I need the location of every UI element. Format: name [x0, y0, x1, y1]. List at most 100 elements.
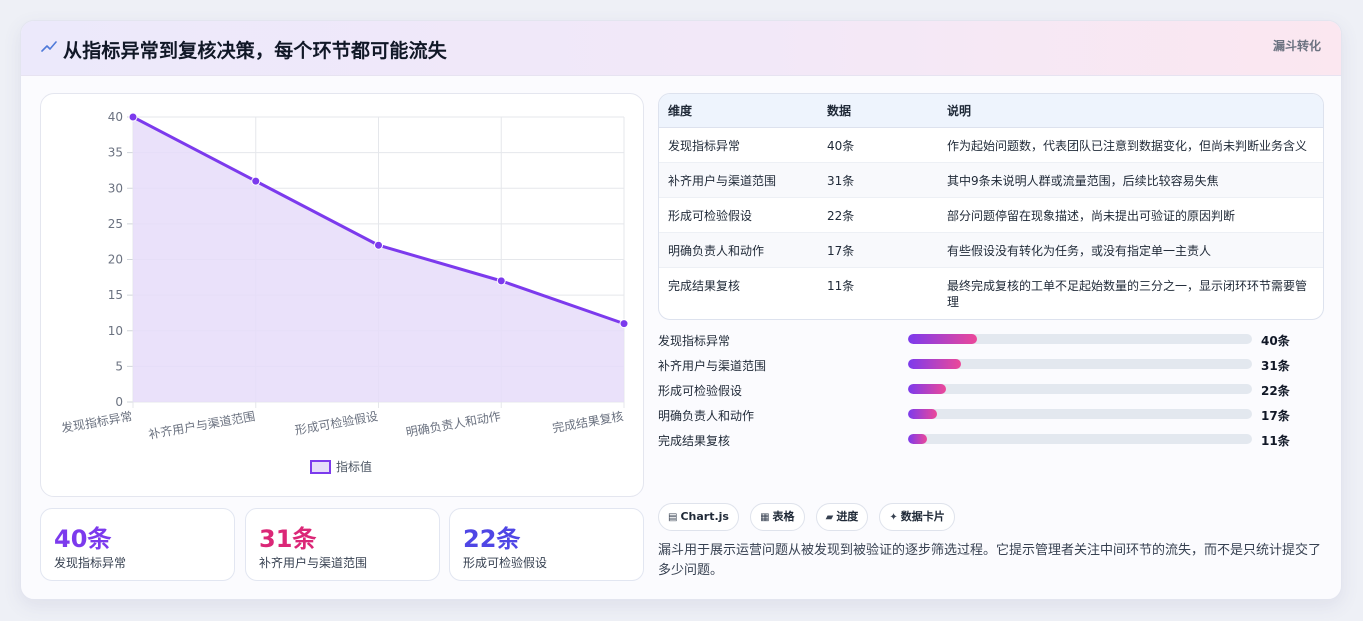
tag-label: 数据卡片 — [900, 510, 945, 523]
table-cell: 17条 — [818, 232, 938, 268]
table-cell: 31条 — [818, 162, 938, 198]
tag-label: 进度 — [836, 510, 859, 523]
x-tick-label: 形成可检验假设 — [294, 408, 379, 437]
tag-data-card[interactable]: ✦ 数据卡片 — [879, 503, 955, 531]
table-row: 发现指标异常 40条 作为起始问题数，代表团队已注意到数据变化，但尚未判断业务含… — [659, 127, 1323, 163]
progress-label: 完成结果复核 — [658, 434, 731, 448]
progress-icon: ▰ — [825, 512, 834, 523]
progress-track — [908, 409, 1252, 419]
tag-list: ▤ Chart.js ▦ 表格 ▰ 进度 ✦ 数据卡片 — [658, 503, 961, 531]
card-header: 从指标异常到复核决策，每个环节都可能流失 漏斗转化 — [21, 21, 1341, 76]
legend-swatch — [310, 460, 331, 474]
data-point — [496, 276, 506, 286]
y-tick-label: 15 — [108, 288, 123, 302]
table-cell: 其中9条未说明人群或流量范围，后续比较容易失焦 — [938, 162, 1323, 198]
tag-table[interactable]: ▦ 表格 — [750, 503, 805, 531]
progress-value: 11条 — [1261, 434, 1290, 448]
progress-fill — [908, 359, 962, 369]
data-table: 维度 数据 说明 发现指标异常 40条 作为起始问题数，代表团队已注意到数据变化… — [659, 94, 1323, 319]
data-point — [374, 240, 383, 250]
trend-line-icon — [41, 41, 57, 52]
table-cell: 部分问题停留在现象描述，尚未提出可验证的原因判断 — [938, 197, 1323, 233]
progress-label: 发现指标异常 — [658, 334, 731, 348]
table-cell: 作为起始问题数，代表团队已注意到数据变化，但尚未判断业务含义 — [938, 127, 1323, 163]
table-row: 补齐用户与渠道范围 31条 其中9条未说明人群或流量范围，后续比较容易失焦 — [659, 162, 1323, 198]
tag-chartjs[interactable]: ▤ Chart.js — [658, 503, 739, 531]
x-tick-label: 完成结果复核 — [551, 408, 625, 435]
summary-text: 漏斗用于展示运营问题从被发现到被验证的逐步筛选过程。它提示管理者关注中间环节的流… — [658, 543, 1322, 578]
progress-fill — [908, 334, 977, 344]
progress-list: 发现指标异常 40条 补齐用户与渠道范围 31条 形成可检验假设 22条 明确负… — [658, 329, 1324, 454]
y-tick-label: 25 — [108, 217, 123, 231]
y-tick-label: 10 — [108, 324, 123, 338]
column-header: 说明 — [938, 94, 1323, 128]
y-tick-label: 0 — [115, 395, 123, 409]
progress-track — [908, 334, 1252, 344]
header-tag: 漏斗转化 — [1272, 39, 1321, 53]
x-tick-label: 明确负责人和动作 — [405, 409, 502, 439]
table-row: 完成结果复核 11条 最终完成复核的工单不足起始数量的三分之一，显示闭环环节需要… — [659, 267, 1323, 319]
table-header-row: 维度 数据 说明 — [659, 94, 1323, 128]
progress-value: 31条 — [1261, 359, 1290, 373]
table-icon: ▦ — [760, 512, 770, 523]
stat-card-2: 31条 补齐用户与渠道范围 — [245, 508, 440, 581]
table-cell: 明确负责人和动作 — [659, 232, 818, 268]
table-cell: 发现指标异常 — [659, 127, 818, 163]
progress-fill — [908, 434, 927, 444]
x-tick-label: 发现指标异常 — [60, 408, 134, 435]
table-cell: 最终完成复核的工单不足起始数量的三分之一，显示闭环环节需要管理 — [947, 278, 1308, 309]
y-tick-label: 20 — [108, 253, 123, 267]
progress-label: 明确负责人和动作 — [658, 409, 755, 423]
progress-fill — [908, 409, 938, 419]
data-point — [251, 176, 261, 186]
line-chart-panel: 0 5 10 15 20 25 30 35 40 发现指标异常 补齐用户与渠道范围 形成可检验假设 明确… — [40, 93, 644, 497]
progress-label: 形成可检验假设 — [658, 384, 743, 398]
progress-value: 40条 — [1261, 334, 1290, 348]
progress-value: 17条 — [1261, 409, 1290, 423]
table-cell: 完成结果复核 — [668, 278, 741, 293]
table-cell: 有些假设没有转化为任务，或没有指定单一主责人 — [938, 232, 1323, 268]
tag-label: Chart.js — [680, 510, 729, 523]
progress-track — [908, 384, 1252, 394]
progress-row: 发现指标异常 40条 — [658, 329, 1324, 354]
tag-label: 表格 — [772, 510, 795, 523]
y-tick-label: 30 — [108, 181, 123, 195]
stat-value: 22条 — [463, 525, 521, 553]
stat-card-1: 40条 发现指标异常 — [40, 508, 235, 581]
data-point — [128, 112, 138, 122]
data-table-panel: 维度 数据 说明 发现指标异常 40条 作为起始问题数，代表团队已注意到数据变化… — [658, 93, 1324, 320]
chart-icon: ▤ — [668, 512, 678, 523]
stat-label: 形成可检验假设 — [463, 556, 548, 570]
table-row: 形成可检验假设 22条 部分问题停留在现象描述，尚未提出可验证的原因判断 — [659, 197, 1323, 233]
progress-fill — [908, 384, 946, 394]
y-tick-label: 40 — [108, 110, 123, 124]
table-cell: 40条 — [818, 127, 938, 163]
table-cell: 11条 — [827, 278, 855, 293]
stat-value: 40条 — [54, 525, 112, 553]
stat-value: 31条 — [259, 525, 317, 553]
progress-label: 补齐用户与渠道范围 — [658, 359, 767, 373]
tag-progress[interactable]: ▰ 进度 — [815, 503, 869, 531]
progress-track — [908, 434, 1252, 444]
table-cell: 补齐用户与渠道范围 — [659, 162, 818, 198]
x-tick-label: 补齐用户与渠道范围 — [147, 408, 256, 442]
stat-card-3: 22条 形成可检验假设 — [449, 508, 644, 581]
progress-value: 22条 — [1261, 384, 1290, 398]
y-tick-label: 5 — [115, 359, 123, 373]
sparkle-icon: ✦ — [889, 512, 898, 523]
data-point — [619, 319, 629, 329]
progress-row: 形成可检验假设 22条 — [658, 379, 1324, 404]
y-tick-label: 35 — [108, 146, 123, 160]
funnel-card: 从指标异常到复核决策，每个环节都可能流失 漏斗转化 0 5 10 15 20 25 30 35… — [20, 20, 1342, 600]
progress-row: 完成结果复核 11条 — [658, 429, 1324, 454]
progress-row: 明确负责人和动作 17条 — [658, 404, 1324, 429]
progress-track — [908, 359, 1252, 369]
table-cell: 形成可检验假设 — [659, 197, 818, 233]
table-cell: 22条 — [818, 197, 938, 233]
table-row: 明确负责人和动作 17条 有些假设没有转化为任务，或没有指定单一主责人 — [659, 232, 1323, 268]
stat-label: 发现指标异常 — [54, 556, 127, 570]
page-title: 从指标异常到复核决策，每个环节都可能流失 — [63, 40, 448, 62]
column-header: 数据 — [818, 94, 938, 128]
stat-label: 补齐用户与渠道范围 — [259, 556, 368, 570]
line-chart: 0 5 10 15 20 25 30 35 40 发现指标异常 补齐用户与渠道范围 形成可检验假设 明确… — [60, 110, 629, 474]
